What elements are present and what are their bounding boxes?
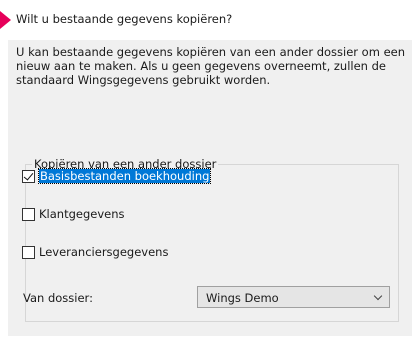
dossier-select[interactable]: Wings Demo [197,286,390,308]
dossier-select-value: Wings Demo [206,291,279,305]
chevron-down-icon[interactable] [373,291,383,301]
checkbox-box[interactable] [22,169,35,183]
checkbox-label[interactable]: Basisbestanden boekhouding [37,168,212,184]
copy-data-wizard-page: Wilt u bestaande gegevens kopiëren? U ka… [0,0,417,345]
checkbox-box[interactable] [22,245,35,259]
step-indicator-arrow-icon [0,11,11,29]
dossier-label: Van dossier: [23,291,93,305]
checkbox-label[interactable]: Klantgegevens [39,207,125,221]
checkmark-icon [23,169,34,181]
page-description: U kan bestaande gegevens kopiëren van ee… [16,45,406,87]
checkbox-klantgegevens[interactable]: Klantgegevens [22,207,125,221]
page-heading: Wilt u bestaande gegevens kopiëren? [16,12,233,26]
checkbox-leveranciersgegevens[interactable]: Leveranciersgegevens [22,245,168,259]
checkbox-label[interactable]: Leveranciersgegevens [39,245,168,259]
checkbox-basisbestanden-boekhouding[interactable]: Basisbestanden boekhouding [22,168,212,184]
checkbox-box[interactable] [22,207,35,221]
